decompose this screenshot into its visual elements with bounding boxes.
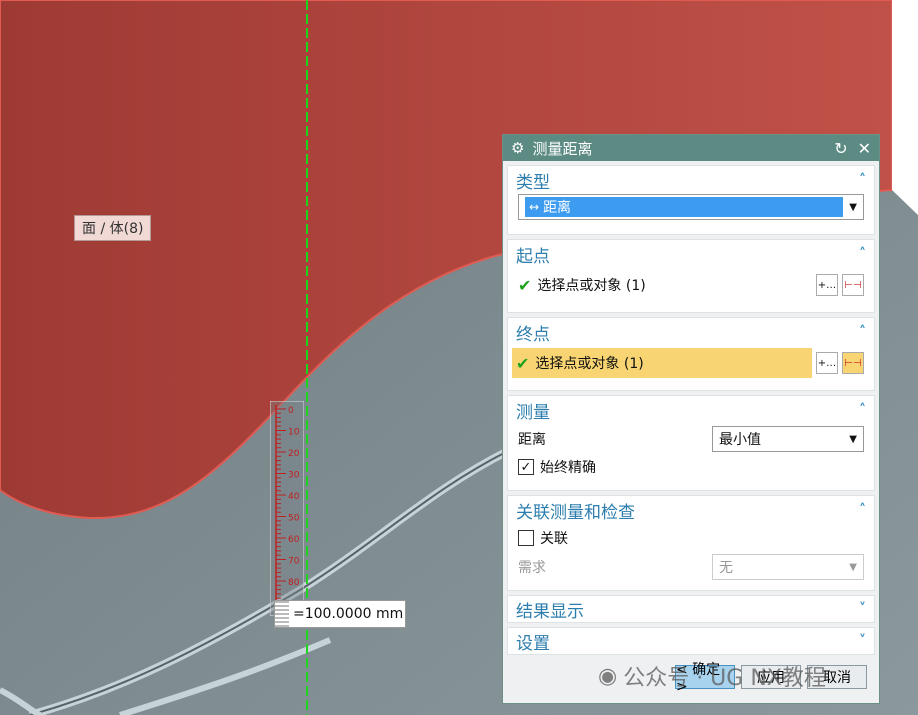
reset-icon[interactable]: ↻ [834,139,847,158]
ruler-tick-label: 70 [288,557,300,567]
chevron-up-icon[interactable]: ˄ [859,402,866,418]
section-end: 终点 ˄ ✔ 选择点或对象 (1) +… ⊢⊣ [507,317,875,391]
start-select-label[interactable]: 选择点或对象 (1) [537,275,816,295]
associate-label: 关联 [540,531,568,547]
ruler-tick-label: 40 [288,492,300,502]
measure-ruler: 0 10 20 30 40 50 60 70 80 [270,401,304,616]
distance-result-value: =100.0000 mm [293,606,404,622]
section-measure: 测量 ˄ 距离 最小值 ▼ ✓ 始终精确 [507,395,875,491]
distance-mode-dropdown[interactable]: 最小值 ▼ [712,426,864,452]
chevron-up-icon[interactable]: ˄ [859,324,866,340]
check-icon: ✔ [518,275,532,295]
section-start: 起点 ˄ ✔ 选择点或对象 (1) +… ⊢⊣ [507,239,875,313]
ruler-tick-label: 50 [288,514,300,524]
chevron-down-icon: ▼ [849,201,857,213]
distance-label: 距离 [518,432,546,448]
section-measure-header[interactable]: 测量 ˄ [508,396,874,424]
section-measure-title: 测量 [516,402,550,423]
requirement-label: 需求 [518,560,546,576]
distance-result-box[interactable]: =100.0000 mm [274,600,406,628]
wechat-icon: ◉ [598,663,618,689]
ruler-tick-label: 30 [288,471,300,481]
measure-distance-dialog: ⚙ 测量距离 ↻ ✕ 类型 ˄ ↔ 距离 ▼ 起点 ˄ ✔ 选择点或对象 (1)… [502,134,880,704]
face-body-label: 面 / 体(8) [74,215,152,241]
chevron-down-icon[interactable]: ˅ [859,633,866,649]
section-results: 结果显示 ˅ [507,595,875,623]
distance-icon: ↔ [529,200,540,214]
point-dialog-button[interactable]: +… [816,352,838,374]
check-icon: ✔ [516,353,530,373]
requirement-dropdown[interactable]: 无 ▼ [712,554,864,580]
ruler-tick-label: 0 [288,406,294,416]
section-type: 类型 ˄ ↔ 距离 ▼ [507,165,875,235]
type-dropdown[interactable]: ↔ 距离 ▼ [518,194,864,220]
section-start-header[interactable]: 起点 ˄ [508,240,874,268]
section-end-title: 终点 [516,324,550,345]
end-select-label: 选择点或对象 (1) [535,356,644,372]
section-settings-header[interactable]: 设置 ˅ [508,628,874,654]
section-end-header[interactable]: 终点 ˄ [508,318,874,346]
section-results-header[interactable]: 结果显示 ˅ [508,596,874,622]
chevron-down-icon: ▼ [849,433,857,445]
section-settings-title: 设置 [516,633,550,654]
section-associative: 关联测量和检查 ˄ 关联 需求 无 ▼ [507,495,875,591]
chevron-down-icon: ▼ [849,561,857,573]
ruler-tick-label: 20 [288,449,300,459]
section-associative-header[interactable]: 关联测量和检查 ˄ [508,496,874,524]
inferred-point-icon[interactable]: ⊢⊣ [842,352,864,374]
requirement-value: 无 [719,560,733,576]
close-icon[interactable]: ✕ [858,139,871,158]
dialog-titlebar: ⚙ 测量距离 ↻ ✕ [503,135,879,161]
drag-grip[interactable] [275,601,289,627]
chevron-up-icon[interactable]: ˄ [859,246,866,262]
type-dropdown-value: 距离 [543,200,572,216]
section-start-title: 起点 [516,246,550,267]
section-settings: 设置 ˅ [507,627,875,655]
ruler-tick-label: 80 [288,578,300,588]
section-type-header[interactable]: 类型 ˄ [508,166,874,194]
section-associative-title: 关联测量和检查 [516,502,635,523]
chevron-up-icon[interactable]: ˄ [859,172,866,188]
distance-mode-value: 最小值 [719,432,761,448]
watermark-text: 公众号 · UG NX教程 [623,666,826,691]
associate-checkbox[interactable] [518,530,534,546]
ruler-tick-label: 10 [288,428,300,438]
gear-icon[interactable]: ⚙ [511,139,524,157]
section-type-title: 类型 [516,172,550,193]
section-results-title: 结果显示 [516,601,584,622]
point-dialog-button[interactable]: +… [816,274,838,296]
always-exact-label: 始终精确 [540,460,596,476]
dialog-title: 测量距离 [532,139,593,158]
always-exact-checkbox[interactable]: ✓ [518,459,534,475]
inferred-point-icon[interactable]: ⊢⊣ [842,274,864,296]
chevron-up-icon[interactable]: ˄ [859,502,866,518]
end-select-row[interactable]: ✔ 选择点或对象 (1) [512,348,812,378]
ruler-tick-label: 60 [288,535,300,545]
chevron-down-icon[interactable]: ˅ [859,601,866,617]
watermark: ◉ 公众号 · UG NX教程 [598,660,826,692]
